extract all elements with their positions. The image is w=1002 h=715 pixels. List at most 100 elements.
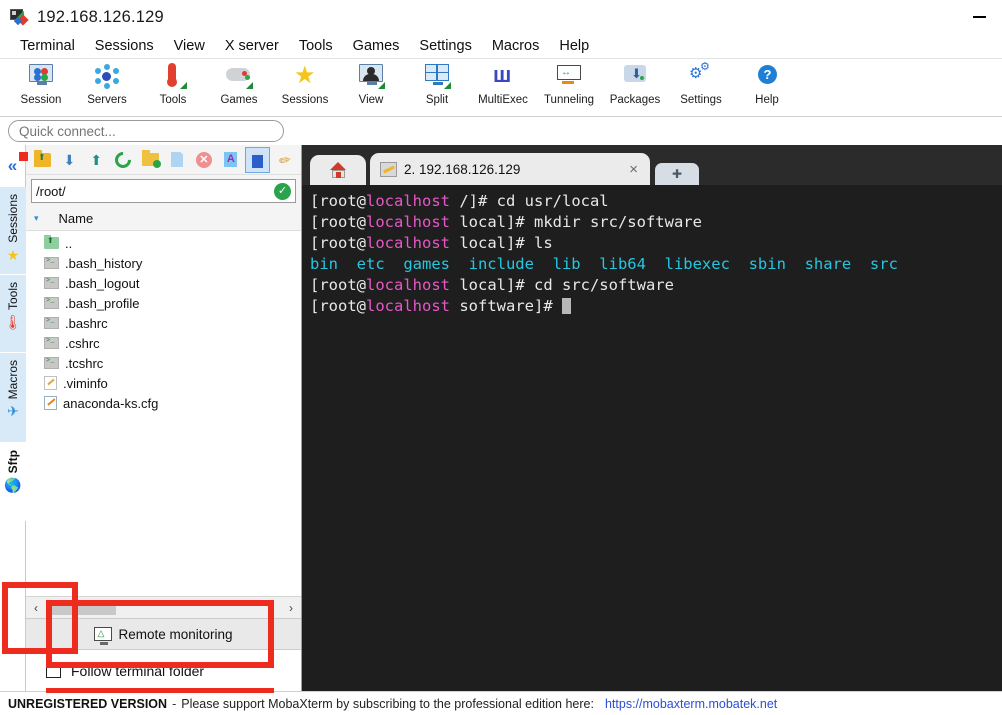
shell-file-icon: [44, 257, 59, 269]
list-item-label: .bash_history: [65, 255, 143, 271]
paper-plane-icon: ✈: [7, 403, 19, 420]
scroll-left-button[interactable]: ‹: [26, 601, 46, 615]
list-item-label: .viminfo: [63, 375, 108, 391]
toolbar-multiexec-button[interactable]: ш MultiExec: [470, 59, 536, 115]
mobatek-link[interactable]: https://mobaxterm.mobatek.net: [605, 697, 777, 711]
list-item[interactable]: .bash_history: [26, 253, 301, 273]
sidebar-item-sftp-label: Sftp: [6, 450, 20, 474]
sftp-path-field[interactable]: /root/ ✓: [31, 179, 296, 203]
sftp-panel: ⬇ ⬆ ✕ A ✏ /root/ ✓ ▾ Name .. .bash_h: [26, 145, 302, 691]
toolbar-help-button[interactable]: ? Help: [734, 59, 800, 115]
chevron-down-icon: ▾: [34, 213, 39, 223]
menu-macros[interactable]: Macros: [482, 34, 550, 59]
toolbar-session-label: Session: [20, 94, 62, 106]
sftp-new-file-button[interactable]: [165, 147, 190, 173]
follow-terminal-folder-label: Follow terminal folder: [71, 662, 205, 679]
menu-tools[interactable]: Tools: [289, 34, 343, 59]
follow-terminal-folder-checkbox[interactable]: [46, 663, 61, 678]
scrollbar-track[interactable]: [46, 600, 281, 615]
tab-session-1-label: 2. 192.168.126.129: [404, 161, 521, 177]
list-item[interactable]: ..: [26, 233, 301, 253]
toolbar-servers-label: Servers: [87, 94, 127, 106]
list-item[interactable]: .cshrc: [26, 333, 301, 353]
remote-monitoring-label: Remote monitoring: [118, 626, 233, 642]
menu-settings[interactable]: Settings: [409, 34, 481, 59]
list-item[interactable]: .bash_logout: [26, 273, 301, 293]
sftp-bottom-panel: △ Remote monitoring Follow terminal fold…: [26, 618, 301, 691]
toolbar-servers-button[interactable]: Servers: [74, 59, 140, 115]
scrollbar-thumb[interactable]: [52, 600, 116, 615]
toolbar-view-label: View: [358, 94, 384, 106]
tunneling-monitor-icon: ↔: [554, 63, 584, 91]
sftp-delete-button[interactable]: ✕: [191, 147, 216, 173]
sftp-new-folder-button[interactable]: [138, 147, 163, 173]
unregistered-version-label: UNREGISTERED VERSION: [8, 696, 168, 711]
search-input[interactable]: [8, 120, 284, 142]
toolbar-multiexec-label: MultiExec: [478, 94, 528, 106]
remote-monitoring-button[interactable]: △ Remote monitoring: [26, 619, 301, 649]
list-item[interactable]: .bash_profile: [26, 293, 301, 313]
list-item[interactable]: anaconda-ks.cfg: [26, 393, 301, 413]
thermometer-icon: 🌡: [4, 314, 22, 331]
list-item[interactable]: .bashrc: [26, 313, 301, 333]
monitor-chart-icon: △: [94, 627, 113, 645]
toolbar-split-button[interactable]: Split: [404, 59, 470, 115]
sftp-binary-mode-button[interactable]: [245, 146, 271, 173]
list-item-label: .bash_profile: [65, 295, 140, 311]
status-message: Please support MobaXterm by subscribing …: [181, 696, 594, 711]
list-item[interactable]: .viminfo: [26, 373, 301, 393]
tab-home[interactable]: [310, 155, 366, 185]
horizontal-scrollbar[interactable]: ‹ ›: [26, 596, 301, 618]
tab-session-1[interactable]: 2. 192.168.126.129 ×: [370, 153, 650, 185]
toolbar-sessions-button[interactable]: ★ Sessions: [272, 59, 338, 115]
sftp-folder-up-button[interactable]: [30, 147, 55, 173]
sftp-text-mode-button[interactable]: A: [218, 147, 243, 173]
toolbar-tunneling-label: Tunneling: [543, 94, 595, 106]
view-person-monitor-icon: [356, 63, 386, 91]
list-item-label: anaconda-ks.cfg: [63, 395, 159, 411]
sidebar-item-sessions-label: Sessions: [6, 194, 20, 243]
config-file-icon: [44, 396, 57, 410]
title-bar: 192.168.126.129: [0, 0, 1002, 34]
menu-x-server[interactable]: X server: [215, 34, 289, 59]
menu-games[interactable]: Games: [343, 34, 410, 59]
new-tab-button[interactable]: ✚: [655, 163, 699, 185]
terminal-cursor: [561, 298, 571, 314]
sftp-refresh-button[interactable]: [111, 147, 136, 173]
sftp-file-list[interactable]: .. .bash_history .bash_logout .bash_prof…: [26, 231, 301, 596]
sidebar-item-sessions[interactable]: Sessions ★: [0, 187, 26, 275]
sidebar-item-sftp[interactable]: Sftp 🌎: [0, 443, 26, 521]
toolbar-session-button[interactable]: Session: [8, 59, 74, 115]
main-toolbar: Session Servers Tools Games ★ Sessions V…: [0, 59, 1002, 117]
window-controls: [956, 0, 1002, 34]
toolbar-games-button[interactable]: Games: [206, 59, 272, 115]
terminal-output[interactable]: [root@localhost /]# cd usr/local [root@l…: [302, 185, 1002, 691]
sftp-download-button[interactable]: ⬇: [57, 147, 82, 173]
menu-help[interactable]: Help: [549, 34, 599, 59]
menu-terminal[interactable]: Terminal: [10, 34, 85, 59]
sftp-column-header[interactable]: ▾ Name: [26, 207, 301, 231]
follow-terminal-folder-row[interactable]: Follow terminal folder: [26, 649, 301, 691]
toolbar-tools-button[interactable]: Tools: [140, 59, 206, 115]
sftp-column-name-label: Name: [58, 211, 94, 226]
sftp-upload-button[interactable]: ⬆: [84, 147, 109, 173]
sftp-edit-pencil-button[interactable]: ✏: [272, 147, 297, 173]
close-icon[interactable]: ×: [625, 161, 642, 178]
toolbar-tunneling-button[interactable]: ↔ Tunneling: [536, 59, 602, 115]
menu-bar: Terminal Sessions View X server Tools Ga…: [0, 34, 1002, 59]
scroll-right-button[interactable]: ›: [281, 601, 301, 615]
folder-up-icon: [44, 235, 59, 249]
sidebar-item-macros[interactable]: Macros ✈: [0, 353, 26, 443]
sidebar-item-tools-label: Tools: [6, 282, 20, 311]
list-item[interactable]: .tcshrc: [26, 353, 301, 373]
minimize-button[interactable]: [956, 0, 1002, 34]
list-item-label: .bashrc: [65, 315, 108, 331]
toolbar-packages-button[interactable]: ⬇ Packages: [602, 59, 668, 115]
menu-sessions[interactable]: Sessions: [85, 34, 164, 59]
menu-view[interactable]: View: [164, 34, 215, 59]
left-tab-strip: « Sessions ★ Tools 🌡 Macros ✈ Sftp 🌎: [0, 145, 28, 691]
sessions-star-icon: ★: [294, 62, 316, 89]
toolbar-settings-button[interactable]: ⚙ ⚙ Settings: [668, 59, 734, 115]
sidebar-item-tools[interactable]: Tools 🌡: [0, 275, 26, 353]
toolbar-view-button[interactable]: View: [338, 59, 404, 115]
